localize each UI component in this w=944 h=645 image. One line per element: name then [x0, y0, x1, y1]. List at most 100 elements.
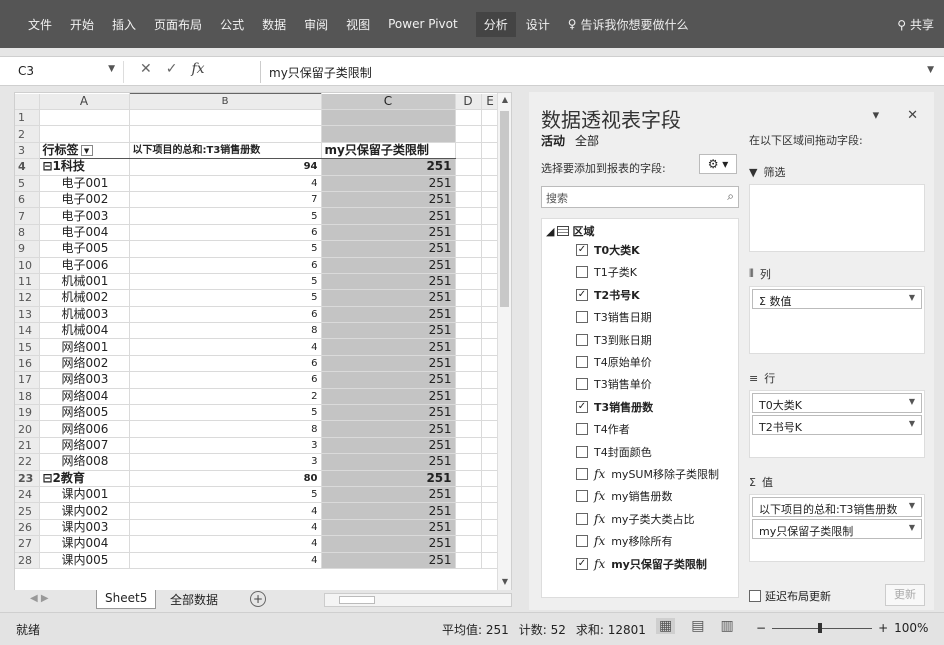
measure-value-cell[interactable]: 251 — [321, 207, 456, 225]
checkbox[interactable] — [576, 356, 588, 368]
cell[interactable] — [455, 207, 482, 225]
row-label-cell[interactable]: 课内004 — [39, 535, 130, 553]
sum-value-cell[interactable]: 4 — [128, 338, 322, 356]
cell[interactable] — [455, 470, 482, 487]
values-field-measure[interactable]: my只保留子类限制 ▼ — [752, 519, 922, 539]
measure-value-cell[interactable] — [321, 109, 456, 127]
row-label-cell[interactable]: 课内001 — [39, 486, 130, 504]
confirm-icon[interactable]: ✓ — [166, 61, 178, 77]
row-label-cell[interactable]: 网络004 — [39, 388, 130, 406]
row-number[interactable]: 23 — [15, 470, 40, 487]
checkbox[interactable] — [576, 266, 588, 279]
chevron-down-icon[interactable]: ▼ — [909, 501, 915, 510]
add-sheet-icon[interactable]: + — [250, 591, 266, 607]
row-label-cell[interactable] — [39, 125, 130, 143]
row-label-cell[interactable]: 机械002 — [39, 289, 130, 307]
field-item[interactable]: fx my销售册数 — [576, 487, 672, 505]
cell[interactable] — [455, 355, 482, 373]
row-label-cell[interactable]: 电子002 — [39, 191, 130, 209]
measure-value-cell[interactable]: 251 — [321, 158, 456, 176]
table-node[interactable]: ◢ 区域 — [546, 223, 594, 239]
measure-value-cell[interactable]: 251 — [321, 175, 456, 192]
normal-view-icon[interactable]: ▦ — [656, 618, 676, 634]
checkbox[interactable] — [576, 468, 588, 480]
tab-data[interactable]: 数据 — [262, 16, 286, 33]
sum-value-cell[interactable]: 5 — [128, 240, 322, 258]
row-number[interactable]: 11 — [15, 273, 40, 291]
rows-field-t2[interactable]: T2书号K ▼ — [752, 415, 922, 435]
row-number[interactable]: 8 — [15, 224, 40, 242]
row-number[interactable]: 21 — [15, 437, 40, 455]
row-label-cell[interactable]: 机械003 — [39, 306, 130, 324]
row-number[interactable]: 18 — [15, 388, 40, 406]
field-item[interactable]: fx mySUM移除子类限制 — [576, 465, 719, 483]
zoom-knob[interactable] — [818, 622, 823, 633]
scroll-thumb[interactable] — [500, 111, 509, 307]
row-label-cell[interactable] — [39, 109, 130, 127]
measure-header-cell[interactable]: my只保留子类限制 — [321, 142, 456, 160]
tab-insert[interactable]: 插入 — [112, 16, 136, 33]
checkbox[interactable] — [576, 378, 588, 391]
sum-value-cell[interactable]: 5 — [128, 272, 322, 291]
measure-value-cell[interactable]: 251 — [321, 257, 456, 274]
cell[interactable] — [455, 289, 482, 307]
sum-value-cell[interactable]: 4 — [128, 518, 322, 537]
name-box[interactable]: C3 ▼ — [14, 61, 124, 83]
field-item[interactable]: T1子类K — [576, 263, 637, 281]
measure-value-cell[interactable]: 251 — [321, 453, 456, 471]
tab-file[interactable]: 文件 — [28, 16, 52, 33]
sum-value-cell[interactable]: 4 — [128, 535, 322, 553]
row-number[interactable]: 6 — [15, 191, 40, 209]
vertical-scrollbar[interactable]: ▲ ▼ — [497, 93, 511, 591]
measure-value-cell[interactable]: 251 — [321, 388, 456, 406]
sum-value-cell[interactable] — [128, 108, 322, 127]
sum-value-cell[interactable]: 6 — [128, 256, 322, 274]
cell[interactable] — [455, 453, 482, 471]
measure-value-cell[interactable]: 251 — [321, 289, 456, 307]
close-icon[interactable]: ✕ — [907, 108, 918, 123]
column-header-a[interactable]: A — [39, 93, 130, 110]
row-number[interactable]: 26 — [15, 519, 40, 537]
cell[interactable] — [455, 224, 482, 242]
tab-view[interactable]: 视图 — [346, 16, 370, 33]
row-number[interactable]: 12 — [15, 289, 40, 307]
defer-layout-update[interactable]: 延迟布局更新 — [749, 588, 831, 604]
scroll-down-icon[interactable]: ▼ — [499, 577, 511, 589]
measure-value-cell[interactable]: 251 — [321, 470, 456, 487]
row-number[interactable]: 17 — [15, 371, 40, 389]
row-number[interactable]: 24 — [15, 486, 40, 504]
columns-field-values[interactable]: Σ 数值 ▼ — [752, 289, 922, 309]
sheet-tab-all-data[interactable]: 全部数据 — [162, 590, 226, 609]
sum-value-cell[interactable]: 4 — [128, 502, 322, 520]
measure-value-cell[interactable]: 251 — [321, 552, 456, 569]
cancel-icon[interactable]: ✕ — [140, 61, 152, 77]
field-item[interactable]: ✓ fx my只保留子类限制 — [576, 555, 707, 573]
measure-value-cell[interactable]: 251 — [321, 519, 456, 537]
measure-value-cell[interactable]: 251 — [321, 355, 456, 373]
tab-analyze[interactable]: 分析 — [475, 11, 516, 37]
rows-area[interactable]: T0大类K ▼ T2书号K ▼ — [749, 390, 925, 458]
cell[interactable] — [455, 322, 482, 340]
row-label-cell[interactable]: 网络008 — [39, 453, 130, 471]
field-item[interactable]: ✓ T3销售册数 — [576, 398, 653, 416]
row-labels-cell[interactable]: 行标签 ▼ — [39, 142, 130, 160]
cell[interactable] — [455, 502, 482, 520]
scroll-up-icon[interactable]: ▲ — [499, 95, 511, 107]
page-layout-view-icon[interactable]: ▤ — [691, 618, 704, 634]
field-item[interactable]: T4封面颜色 — [576, 443, 652, 461]
row-number[interactable]: 16 — [15, 355, 40, 373]
measure-value-cell[interactable]: 251 — [321, 338, 456, 356]
measure-value-cell[interactable]: 251 — [321, 224, 456, 242]
filter-dropdown-icon[interactable]: ▼ — [80, 144, 93, 156]
row-label-cell[interactable]: 课内003 — [39, 519, 130, 537]
cell[interactable] — [455, 109, 482, 127]
chevron-down-icon[interactable]: ▼ — [909, 293, 915, 302]
cell[interactable] — [455, 142, 482, 160]
sum-value-cell[interactable]: 3 — [128, 453, 322, 471]
row-label-cell[interactable]: 电子003 — [39, 207, 130, 225]
cell[interactable] — [455, 175, 482, 192]
checkbox-checked[interactable]: ✓ — [576, 557, 588, 570]
row-number[interactable]: 14 — [15, 322, 40, 340]
sum-value-cell[interactable]: 8 — [128, 322, 322, 340]
cell[interactable] — [455, 191, 482, 209]
